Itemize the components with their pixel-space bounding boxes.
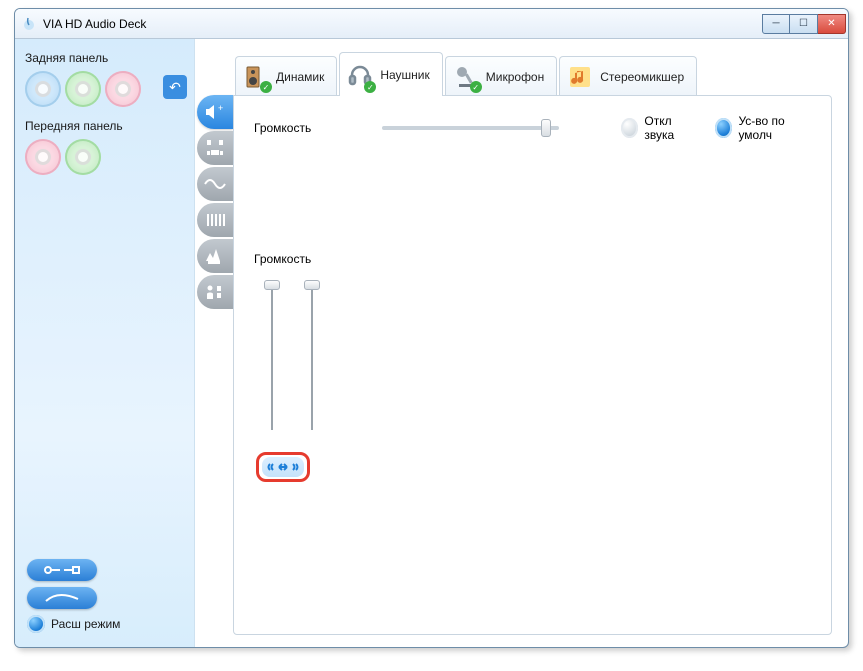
- expand-mode-radio[interactable]: [27, 615, 45, 633]
- jack-rear-green[interactable]: [65, 71, 101, 107]
- tab-stereomix[interactable]: Стереомикшер: [559, 56, 697, 96]
- master-volume-row: Громкость Откл звука Ус-во по умолч: [254, 114, 811, 142]
- radio-selected-icon: [715, 118, 732, 138]
- channel-sliders: [264, 280, 811, 430]
- link-channels-button[interactable]: [256, 452, 310, 482]
- speaker-layout-icon: [205, 138, 225, 158]
- window-title: VIA HD Audio Deck: [43, 17, 762, 31]
- rear-panel-label: Задняя панель: [25, 51, 184, 65]
- side-tab-eq[interactable]: [197, 203, 233, 237]
- check-icon: ✓: [470, 81, 482, 93]
- close-button[interactable]: ✕: [818, 14, 846, 34]
- app-icon: [21, 16, 37, 32]
- slider-rail: [271, 290, 273, 430]
- window-buttons: ─ ☐ ✕: [762, 14, 846, 34]
- side-tab-strip: +: [195, 39, 233, 647]
- jack-rear-pink[interactable]: [105, 71, 141, 107]
- side-tab-environment[interactable]: [197, 239, 233, 273]
- sine-wave-icon: [204, 176, 226, 192]
- rear-jacks: [25, 71, 184, 107]
- volume-label: Громкость: [254, 121, 311, 135]
- music-note-icon: [566, 63, 594, 91]
- tab-stereomix-label: Стереомикшер: [600, 70, 684, 84]
- tab-speaker-label: Динамик: [276, 70, 324, 84]
- main-area: ✓ Динамик ✓ Наушник ✓ Микрофон: [233, 39, 848, 647]
- slider-rail: [311, 290, 313, 430]
- svg-text:+: +: [218, 103, 223, 113]
- mute-label: Откл звука: [644, 114, 697, 142]
- tab-headphone[interactable]: ✓ Наушник: [339, 52, 442, 96]
- front-jacks: [25, 139, 184, 175]
- slider-thumb[interactable]: [264, 280, 280, 290]
- equalizer-icon: [205, 212, 225, 228]
- undo-icon: ↶: [169, 79, 181, 96]
- left-panel: Задняя панель ↶ Передняя панель: [15, 39, 195, 647]
- mute-option[interactable]: Откл звука: [621, 114, 697, 142]
- tab-content: Громкость Откл звука Ус-во по умолч: [233, 95, 832, 635]
- slider-thumb[interactable]: [304, 280, 320, 290]
- title-bar[interactable]: VIA HD Audio Deck ─ ☐ ✕: [15, 9, 848, 39]
- tab-microphone-label: Микрофон: [486, 70, 544, 84]
- speaker-plus-icon: +: [204, 103, 226, 121]
- master-volume-slider[interactable]: [382, 126, 558, 130]
- default-device-label: Ус-во по умолч: [738, 114, 811, 142]
- mode-row[interactable]: Расш режим: [27, 615, 120, 633]
- channel-volume-label: Громкость: [254, 252, 311, 266]
- app-window: VIA HD Audio Deck ─ ☐ ✕ Задняя панель ↶ …: [14, 8, 849, 648]
- tab-microphone[interactable]: ✓ Микрофон: [445, 56, 557, 96]
- check-icon: ✓: [260, 81, 272, 93]
- jack-rear-blue[interactable]: [25, 71, 61, 107]
- body: Задняя панель ↶ Передняя панель: [15, 39, 848, 647]
- check-icon: ✓: [364, 81, 376, 93]
- bottom-controls: Расш режим: [27, 559, 120, 633]
- tab-speaker[interactable]: ✓ Динамик: [235, 56, 337, 96]
- slider-thumb[interactable]: [541, 119, 551, 137]
- jack-front-pink[interactable]: [25, 139, 61, 175]
- default-device-option[interactable]: Ус-во по умолч: [715, 114, 811, 142]
- side-tab-volume[interactable]: +: [197, 95, 233, 129]
- radio-icon: [621, 118, 638, 138]
- jack-front-green[interactable]: [65, 139, 101, 175]
- connector-button[interactable]: [27, 559, 97, 581]
- expand-mode-label: Расш режим: [51, 617, 120, 631]
- minimize-button[interactable]: ─: [762, 14, 790, 34]
- maximize-button[interactable]: ☐: [790, 14, 818, 34]
- side-tab-speakers[interactable]: [197, 131, 233, 165]
- left-channel-slider[interactable]: [264, 280, 280, 430]
- tab-headphone-label: Наушник: [380, 68, 429, 82]
- side-tab-room[interactable]: [197, 275, 233, 309]
- front-panel-label: Передняя панель: [25, 119, 184, 133]
- tool-button[interactable]: [27, 587, 97, 609]
- person-speakers-icon: [204, 283, 226, 301]
- side-tab-wave[interactable]: [197, 167, 233, 201]
- link-icon: [262, 457, 304, 477]
- device-tabs: ✓ Динамик ✓ Наушник ✓ Микрофон: [235, 49, 832, 95]
- back-button[interactable]: ↶: [163, 75, 187, 99]
- right-channel-slider[interactable]: [304, 280, 320, 430]
- environment-icon: [204, 247, 226, 265]
- channel-volume-section: Громкость: [254, 252, 811, 482]
